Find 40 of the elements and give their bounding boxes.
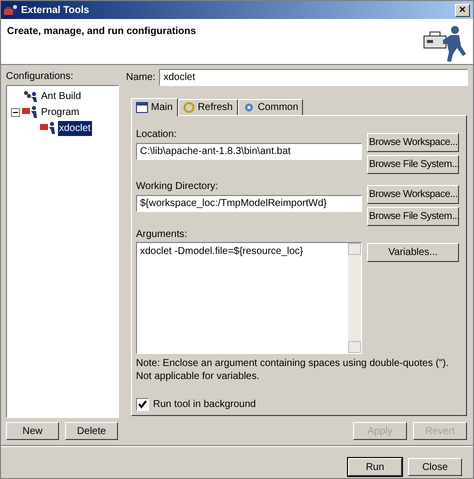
app-icon [4, 4, 18, 16]
working-directory-label: Working Directory: [136, 180, 218, 194]
working-directory-field[interactable]: ${workspace_loc:/TmpModelReimportWd} [136, 195, 362, 212]
run-button[interactable]: Run [348, 458, 402, 476]
tab[interactable]: Common [238, 99, 304, 115]
arguments-label: Arguments: [136, 228, 188, 242]
window-title: External Tools [21, 4, 90, 18]
toolbox-runner-icon [22, 105, 38, 119]
ant-runner-icon [22, 89, 38, 103]
variables-button[interactable]: Variables... [367, 243, 459, 262]
scroll-down-icon[interactable] [348, 341, 361, 353]
name-label: Name: [126, 71, 156, 85]
close-button[interactable]: × [455, 4, 470, 16]
checkbox[interactable] [136, 398, 149, 411]
checkbox-label: Run tool in background [153, 398, 256, 412]
window-icon [136, 102, 148, 113]
tree-item[interactable]: Ant Build [40, 88, 82, 104]
note-text: Not applicable for variables. [136, 370, 260, 383]
toolbox-runner-icon [40, 121, 56, 135]
name-field[interactable]: xdoclet [159, 69, 468, 86]
delete-button[interactable]: Delete [65, 422, 118, 440]
browse-workspace-button[interactable]: Browse Workspace... [367, 133, 459, 152]
note-text: Note: Enclose an argument containing spaces using double-quotes ("). [136, 357, 449, 370]
tree-item[interactable]: xdoclet [58, 120, 92, 136]
toolbox-runner-icon [423, 24, 467, 64]
tab[interactable]: Refresh [178, 99, 238, 115]
expander-icon[interactable] [11, 108, 20, 116]
tab[interactable]: Main [131, 98, 178, 116]
header-title: Create, manage, and run configurations [7, 25, 196, 39]
close-dialog-button[interactable]: Close [408, 458, 462, 476]
arguments-field[interactable]: xdoclet -Dmodel.file=${resource_loc} [136, 242, 362, 354]
tree-item[interactable]: Program [40, 104, 80, 120]
new-button[interactable]: New [6, 422, 59, 440]
browse-workspace-button[interactable]: Browse Workspace... [367, 185, 459, 204]
scroll-up-icon[interactable] [348, 243, 361, 255]
configurations-label: Configurations: [6, 70, 74, 84]
gear-icon [242, 102, 255, 113]
scrollbar[interactable] [348, 243, 361, 353]
location-field[interactable]: C:\lib\apache-ant-1.8.3\bin\ant.bat [136, 143, 362, 160]
location-label: Location: [136, 128, 177, 142]
